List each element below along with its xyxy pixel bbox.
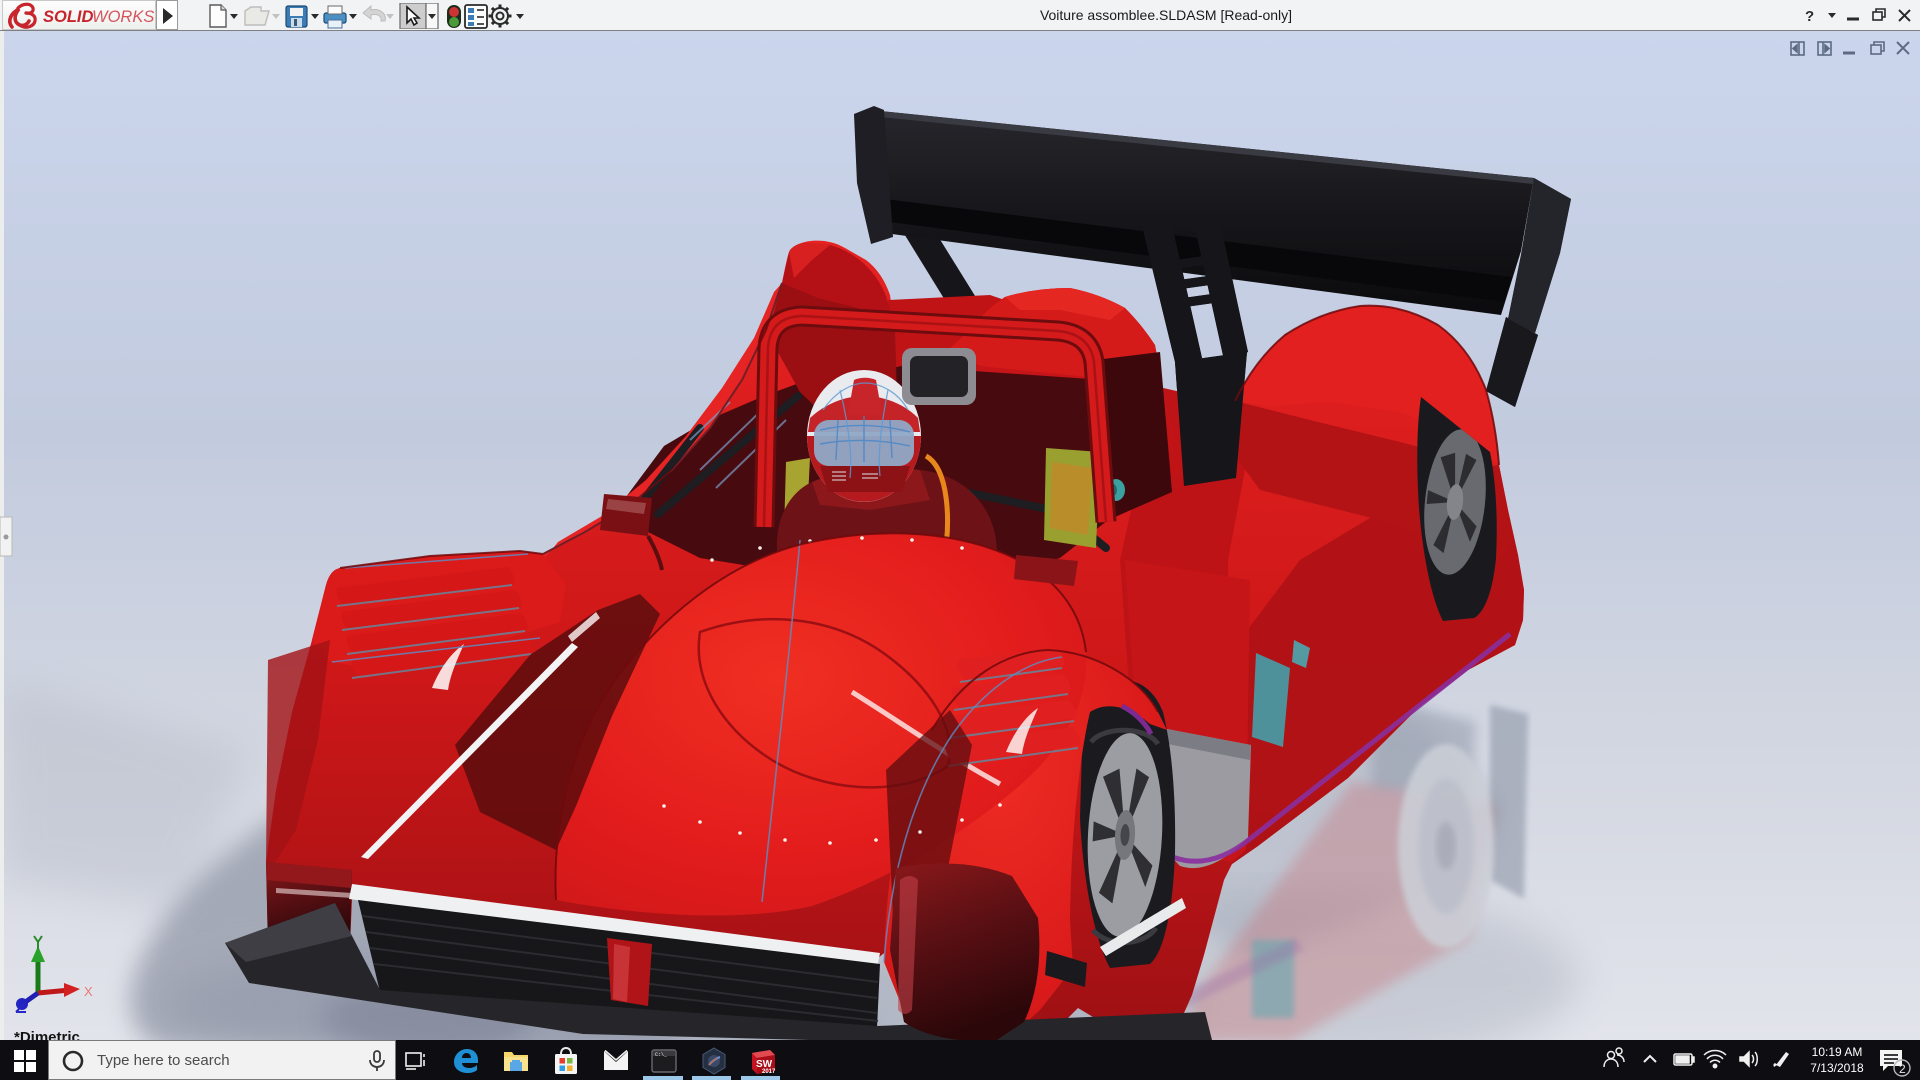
- svg-text:WORKS: WORKS: [92, 8, 154, 26]
- svg-text:C:\_: C:\_: [655, 1052, 668, 1058]
- svg-text:2017: 2017: [762, 1069, 776, 1075]
- svg-text:X: X: [84, 984, 93, 999]
- svg-text:?: ?: [1805, 8, 1814, 25]
- svg-text:SOLID: SOLID: [43, 8, 94, 26]
- svg-text:2: 2: [1899, 1062, 1906, 1076]
